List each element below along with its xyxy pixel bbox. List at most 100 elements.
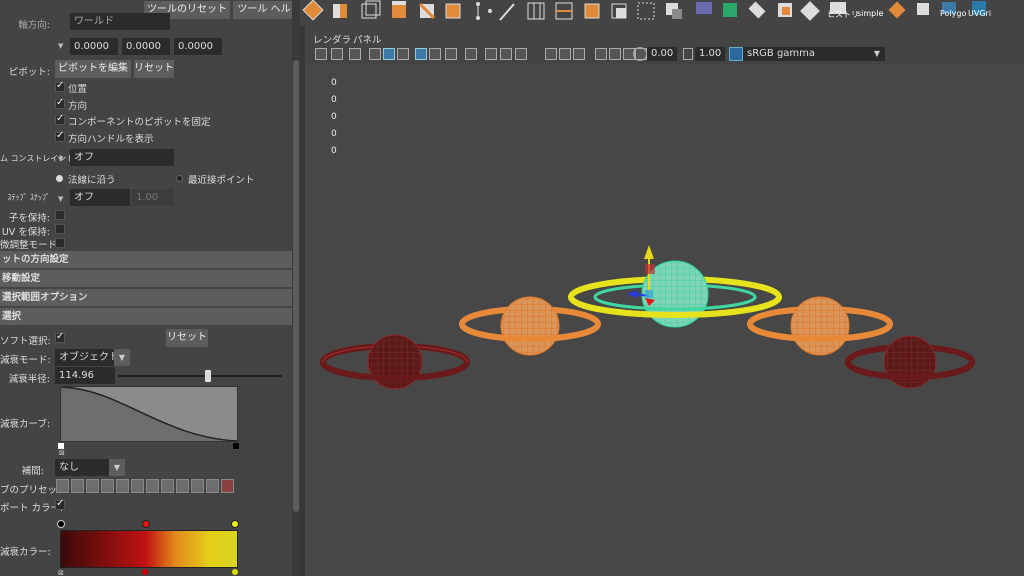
uvgrid-label[interactable]: UVGri xyxy=(968,9,991,18)
tool-help-button[interactable]: ツール ヘルプ xyxy=(233,1,300,19)
pivot-reset-button[interactable]: リセット xyxy=(134,60,174,78)
curve-preset-11[interactable] xyxy=(206,479,219,493)
falloff-radius-slider-handle[interactable] xyxy=(205,370,212,382)
multi-cut-icon xyxy=(527,2,545,20)
tool-settings-panel: ツールのリセット ツール ヘルプ 軸方向: ワールド ▼ 0.0000 0.00… xyxy=(0,0,300,576)
color-key-black[interactable] xyxy=(57,520,65,528)
color-management-icon[interactable] xyxy=(729,47,743,61)
pivot-orientation-checkbox[interactable] xyxy=(55,97,65,109)
3d-viewport[interactable]: 0 0 0 0 0 xyxy=(305,64,1024,576)
curve-preset-12[interactable] xyxy=(221,479,234,493)
motion-blur-icon[interactable] xyxy=(500,48,512,60)
falloff-curve-graph[interactable] xyxy=(60,386,238,442)
color-key-yellow[interactable] xyxy=(231,520,239,528)
falloff-color-ramp[interactable] xyxy=(60,530,238,568)
camera-attributes-icon[interactable] xyxy=(331,48,343,60)
tweak-mode-checkbox[interactable] xyxy=(55,238,65,248)
expand-arrow-icon[interactable]: ▼ xyxy=(58,42,63,50)
curve-preset-3[interactable] xyxy=(86,479,99,493)
curve-preset-1[interactable] xyxy=(56,479,69,493)
section-axis-orientation[interactable]: ットの方向設定 xyxy=(0,251,292,268)
curve-preset-5[interactable] xyxy=(116,479,129,493)
viewport-toolbar: 0.00 1.00 sRGB gamma ▼ xyxy=(305,46,1024,64)
falloff-mode-dropdown[interactable]: オブジェクト ▼ xyxy=(55,349,130,366)
bookmark-icon[interactable] xyxy=(349,48,361,60)
colorspace-dropdown[interactable]: sRGB gamma ▼ xyxy=(743,47,885,61)
orientation-dropdown[interactable]: ワールド xyxy=(70,13,170,30)
textured-icon[interactable] xyxy=(415,48,427,60)
planet-center-selected[interactable] xyxy=(568,260,782,328)
xray-joints-icon[interactable] xyxy=(573,48,585,60)
curve-preset-10[interactable] xyxy=(191,479,204,493)
curve-preset-4[interactable] xyxy=(101,479,114,493)
gamma-field[interactable]: 1.00 xyxy=(695,47,725,61)
scrollbar-thumb[interactable] xyxy=(293,60,299,512)
separate-icon xyxy=(666,3,682,19)
color-key-red-bottom[interactable] xyxy=(142,569,148,575)
isolate-select-icon[interactable] xyxy=(545,48,557,60)
curve-preset-2[interactable] xyxy=(71,479,84,493)
wireframe-on-shaded-icon[interactable] xyxy=(397,48,409,60)
gate-mask-icon[interactable] xyxy=(595,48,607,60)
step-snap-value[interactable]: 1.00 xyxy=(132,189,174,206)
chevron-down-icon: ▼ xyxy=(873,49,881,58)
section-selection-options[interactable]: 選択範囲オプション xyxy=(0,289,292,306)
pivot-position-checkbox[interactable] xyxy=(55,80,65,92)
menu-panels[interactable]: パネル xyxy=(353,32,382,46)
polygon-label[interactable]: Polygo xyxy=(940,9,966,18)
ambient-occlusion-icon[interactable] xyxy=(485,48,497,60)
step-snap-arrow-icon[interactable]: ▼ xyxy=(58,195,63,203)
constraint-dropdown[interactable]: オフ xyxy=(70,149,174,166)
menu-renderer[interactable]: レンダラ xyxy=(313,32,351,46)
history-label[interactable]: ヒストリ xyxy=(827,9,859,20)
film-gate-icon[interactable] xyxy=(609,48,621,60)
antialias-icon[interactable] xyxy=(515,48,527,60)
color-key-red[interactable] xyxy=(142,520,150,528)
planet-far-right[interactable] xyxy=(845,335,975,389)
curve-preset-7[interactable] xyxy=(146,479,159,493)
lights-icon[interactable] xyxy=(445,48,457,60)
axis-z-field[interactable]: 0.0000 xyxy=(174,38,222,55)
constraint-arrow-icon[interactable]: ▼ xyxy=(58,155,63,163)
interpolation-dropdown[interactable]: なし ▼ xyxy=(55,459,125,476)
viewport-color-checkbox[interactable] xyxy=(55,498,65,510)
curve-preset-9[interactable] xyxy=(176,479,189,493)
step-snap-dropdown[interactable]: オフ xyxy=(70,189,130,206)
color-key-yellow-bottom[interactable] xyxy=(232,569,238,575)
curve-preset-6[interactable] xyxy=(131,479,144,493)
gamma-icon[interactable] xyxy=(683,48,693,60)
section-soft-selection[interactable]: 選択 xyxy=(0,308,292,325)
keep-uv-label: UV を保持: xyxy=(1,227,50,238)
exposure-field[interactable]: 0.00 xyxy=(647,47,677,61)
soft-select-checkbox[interactable] xyxy=(55,331,65,343)
keep-children-checkbox[interactable] xyxy=(55,210,65,220)
axis-y-field[interactable]: 0.0000 xyxy=(122,38,170,55)
along-normal-radio[interactable] xyxy=(56,175,63,182)
falloff-radius-slider-track[interactable] xyxy=(118,375,282,377)
keep-uv-checkbox[interactable] xyxy=(55,224,65,234)
falloff-radius-field[interactable]: 114.96 xyxy=(55,367,115,384)
shadows-icon[interactable] xyxy=(465,48,477,60)
soft-reset-button[interactable]: リセット xyxy=(166,329,208,347)
planet-far-left[interactable] xyxy=(320,334,470,390)
show-orient-handle-checkbox[interactable] xyxy=(55,130,65,142)
closest-point-radio[interactable] xyxy=(176,175,183,182)
select-camera-icon[interactable] xyxy=(315,48,327,60)
curve-preset-8[interactable] xyxy=(161,479,174,493)
section-move-settings[interactable]: 移動設定 xyxy=(0,270,292,287)
falloff-curve-icon xyxy=(60,386,238,442)
chevron-down-icon: ▼ xyxy=(114,349,130,366)
exposure-icon[interactable] xyxy=(633,47,647,61)
along-normal-label: 法線に沿う xyxy=(68,175,116,186)
pin-component-pivot-checkbox[interactable] xyxy=(55,113,65,125)
smooth-shade-icon[interactable] xyxy=(383,48,395,60)
edit-pivot-button[interactable]: ピボットを編集 xyxy=(55,60,131,78)
wire-cube-icon xyxy=(361,0,381,19)
grid-icon[interactable] xyxy=(429,48,441,60)
axis-x-field[interactable]: 0.0000 xyxy=(70,38,118,55)
wireframe-icon[interactable] xyxy=(369,48,381,60)
xray-icon[interactable] xyxy=(559,48,571,60)
panel-scrollbar[interactable] xyxy=(292,0,300,576)
curve-key-black[interactable] xyxy=(233,443,239,449)
simple-label[interactable]: simple xyxy=(857,9,883,18)
